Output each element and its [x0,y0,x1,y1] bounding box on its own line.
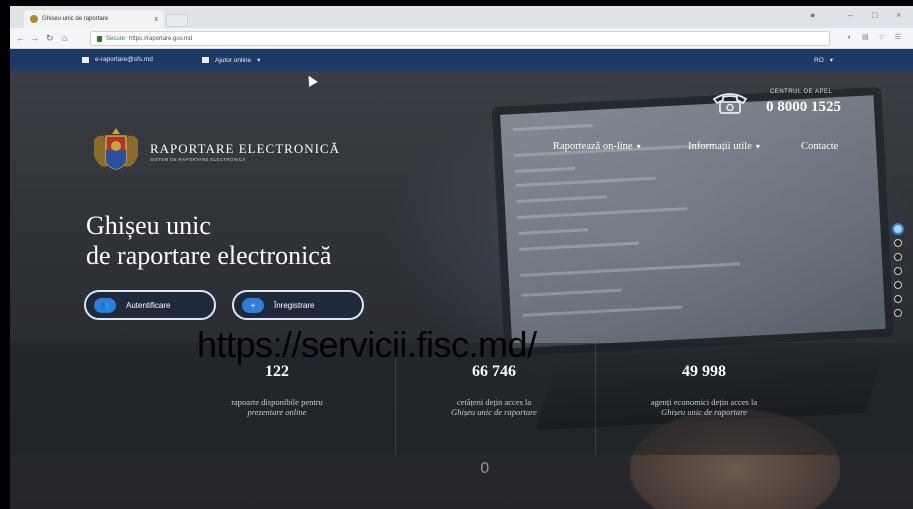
minimize-window-icon[interactable]: – [848,10,853,20]
register-label: Înregistrare [274,300,315,310]
maximize-window-icon[interactable]: □ [872,10,877,20]
stat-companies: 49 998 agenți economici dețin acces la G… [604,363,804,417]
stat-caption: cetățeni dețin acces la [456,397,532,407]
address-bar[interactable]: Secure https://raportare.gov.md [90,31,830,46]
chevron-down-icon: ▾ [257,57,261,64]
login-button[interactable]: 👥 Autentificare [84,290,216,320]
logo-title[interactable]: RAPORTARE ELECTRONICĂ [150,141,340,157]
side-nav-dot[interactable] [894,309,902,317]
nav-label: Informații utile [688,141,752,152]
help-dropdown[interactable]: Ajutor online ▾ [202,56,260,64]
website-hero: e-raportare@sfs.md Ajutor online ▾ RO ▾ … [10,49,913,509]
help-text: Ajutor online [215,56,252,64]
lock-icon [97,35,102,42]
stat-caption: agenți economici dețin acces la [650,397,758,407]
side-nav-dot[interactable] [894,281,902,289]
stat-caption-2: prezentare online [247,407,307,417]
user-profile-icon[interactable]: ● [810,10,815,20]
hero-title-line2: de raportare electronică [86,241,332,270]
side-nav-dot[interactable] [894,267,902,275]
side-nav-dot[interactable] [892,223,904,235]
divider [595,343,596,455]
mouse-cursor-icon [304,73,318,87]
stat-caption: rapoarte disponibile pentru [231,397,323,407]
browser-tab[interactable]: Ghiseu unic de raportare x [24,10,164,28]
chevron-down-icon: ▾ [755,142,760,151]
browser-tab-bar: Ghiseu unic de raportare x ● – □ × [10,6,913,28]
language-text: RO [814,56,824,64]
laptop-screen [491,86,895,357]
side-nav-dot[interactable] [894,295,902,303]
register-button[interactable]: + Înregistrare [232,290,364,320]
url-text: https://raportare.gov.md [129,35,193,42]
stat-reports: 122 rapoarte disponibile pentru prezenta… [177,363,377,417]
chevron-down-icon: ▾ [636,142,641,151]
stat-citizens: 66 746 cetățeni dețin acces la Ghișeu un… [394,363,594,417]
nav-item-contacte[interactable]: Contacte [801,141,838,152]
overlay-url-text: https://servicii.fisc.md/ [197,324,537,365]
top-info-bar: e-raportare@sfs.md Ajutor online ▾ RO ▾ [10,49,913,71]
language-selector[interactable]: RO ▾ [814,56,834,65]
add-user-icon: + [242,297,264,313]
screenshot-frame: Ghiseu unic de raportare x ● – □ × ← → ↻… [0,0,913,509]
scroll-down-indicator[interactable]: 0 [480,459,490,477]
email-text: e-raportare@sfs.md [95,56,153,63]
stat-caption-2: Ghișeu unic de raportare [661,407,747,417]
call-center-label: CENTRUL DE APEL [770,89,833,95]
call-center-number[interactable]: 0 8000 1525 [766,99,841,116]
telephone-icon [712,93,748,114]
forward-icon[interactable]: → [30,33,39,43]
nav-item-informatii[interactable]: Informații utile ▾ [688,141,760,152]
extension-icons[interactable]: ◐ ▤ ☆ ☰ [848,33,905,41]
secure-label: Secure [106,35,126,42]
close-tab-icon[interactable]: x [155,16,159,23]
nav-label: Contacte [801,141,839,152]
login-label: Autentificare [126,300,171,310]
close-window-icon[interactable]: × [896,10,901,20]
site-favicon-icon [30,15,38,23]
nav-item-raporteaza[interactable]: Raportează on-line ▾ [553,141,641,152]
stat-caption-2: Ghișeu unic de raportare [451,407,537,417]
logo-subtitle: SISTEM DE RAPORTARE ELECTRONICĂ [150,157,246,162]
nav-label: Raportează on-line [553,141,633,152]
coat-of-arms-icon[interactable] [92,126,140,182]
back-icon[interactable]: ← [16,33,25,43]
side-nav-dot[interactable] [894,239,902,247]
home-icon[interactable]: ⌂ [62,33,67,43]
tab-title: Ghiseu unic de raportare [42,16,109,22]
email-link[interactable]: e-raportare@sfs.md [82,56,153,63]
reload-icon[interactable]: ↻ [46,33,54,44]
mail-icon [82,56,89,63]
browser-toolbar: ← → ↻ ⌂ Secure https://raportare.gov.md … [10,28,913,49]
side-nav-dot[interactable] [894,253,902,261]
stat-value: 49 998 [682,363,726,380]
help-icon [202,57,209,63]
hero-title-line1: Ghișeu unic [86,211,211,240]
chevron-down-icon: ▾ [829,57,834,64]
new-tab-button[interactable] [166,14,188,27]
users-icon: 👥 [94,297,116,313]
